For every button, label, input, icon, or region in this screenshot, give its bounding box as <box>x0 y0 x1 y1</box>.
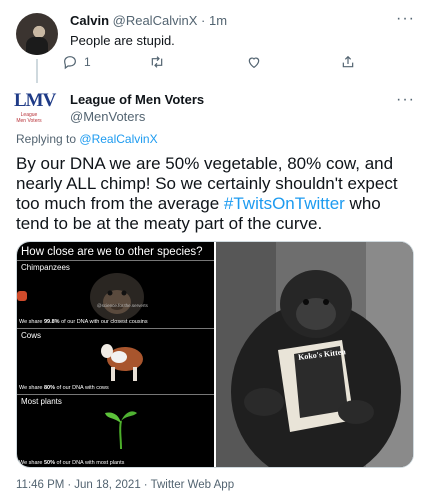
retweet-icon <box>151 56 163 68</box>
tweet-time[interactable]: 11:46 PM <box>16 479 64 491</box>
panel-cows: Cows We share 80% of our DNA with cows <box>17 328 214 394</box>
logo-text: LMV <box>14 90 56 111</box>
more-options-icon[interactable]: ··· <box>396 91 415 109</box>
reply-header: Calvin @RealCalvinX · 1m <box>70 13 227 28</box>
thread-line <box>36 59 38 83</box>
panel-caption: We share 80% of our DNA with cows <box>19 385 109 391</box>
main-tweet[interactable]: LMV League Men Voters League of Men Vote… <box>0 82 427 500</box>
gorilla-photo[interactable]: Koko's Kitten <box>216 242 413 467</box>
avatar-logo[interactable]: LMV League Men Voters <box>14 90 60 136</box>
infographic-title: How close are we to other species? <box>21 246 203 258</box>
replying-to: Replying to @RealCalvinX <box>16 132 158 146</box>
tweet-header: League of Men Voters @MenVoters <box>70 92 204 124</box>
watermark: @science.for.the.serverts <box>97 303 148 308</box>
panel-caption: We share 50% of our DNA with most plants <box>19 460 125 466</box>
tweet-source[interactable]: Twitter Web App <box>151 479 235 491</box>
more-options-icon[interactable]: ··· <box>396 10 415 28</box>
panel-label: Cows <box>21 331 42 340</box>
separator: · <box>201 13 206 28</box>
action-bar: 1 <box>62 54 392 76</box>
replying-handle-link[interactable]: @RealCalvinX <box>79 132 157 146</box>
panel-plants: Most plants We share 50% of our DNA with… <box>17 394 214 467</box>
reply-button[interactable]: 1 <box>62 54 91 70</box>
tweet-timestamp[interactable]: 11:46 PM · Jun 18, 2021 · Twitter Web App <box>16 479 234 491</box>
media-grid[interactable]: How close are we to other species? @scie… <box>16 241 414 468</box>
share-icon <box>342 55 354 68</box>
panel-label: Most plants <box>21 397 62 406</box>
tweet-text: People are stupid. <box>70 33 175 48</box>
tweet-date[interactable]: Jun 18, 2021 <box>74 479 141 491</box>
brand-badge <box>17 291 27 301</box>
replying-prefix: Replying to <box>16 132 77 146</box>
like-button[interactable] <box>246 54 268 70</box>
tweet-time[interactable]: 1m <box>209 13 227 28</box>
chimp-illustration <box>90 273 144 321</box>
author-handle[interactable]: @RealCalvinX <box>113 13 198 28</box>
retweet-button[interactable] <box>149 54 171 70</box>
panel-chimpanzees: @science.for.the.serverts Chimpanzees We… <box>17 260 214 328</box>
author-name[interactable]: League of Men Voters <box>70 92 204 107</box>
reply-icon <box>64 56 76 70</box>
panel-label: Chimpanzees <box>21 263 70 272</box>
hashtag-link[interactable]: #TwitsOnTwitter <box>224 194 345 213</box>
author-name[interactable]: Calvin <box>70 13 109 28</box>
share-button[interactable] <box>340 54 356 70</box>
heart-icon <box>248 57 260 69</box>
reply-tweet[interactable]: Calvin @RealCalvinX · 1m ··· People are … <box>0 0 427 83</box>
avatar[interactable] <box>16 13 58 55</box>
panel-caption: We share 99.8% of our DNA with our close… <box>19 319 148 325</box>
infographic-image[interactable]: How close are we to other species? @scie… <box>17 242 214 467</box>
tweet-text: By our DNA we are 50% vegetable, 80% cow… <box>16 154 398 233</box>
logo-subtitle: League Men Voters <box>16 112 42 124</box>
reply-count: 1 <box>84 55 91 69</box>
sprout-illustration <box>105 411 137 450</box>
cow-illustration <box>101 344 143 381</box>
author-handle[interactable]: @MenVoters <box>70 109 204 124</box>
